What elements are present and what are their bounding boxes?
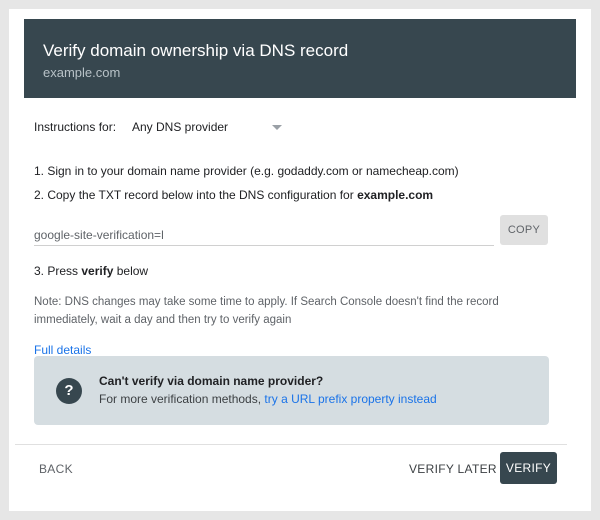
dns-provider-value: Any DNS provider [132, 120, 229, 134]
help-text-prefix: For more verification methods, [99, 392, 265, 406]
footer-divider [15, 444, 567, 445]
step-1: 1. Sign in to your domain name provider … [34, 164, 459, 178]
verify-button[interactable]: VERIFY [500, 452, 557, 484]
chevron-down-icon [272, 124, 282, 130]
step-3-bold: verify [81, 264, 114, 278]
txt-record-field[interactable]: google-site-verification=l [34, 225, 494, 246]
verify-later-button[interactable]: VERIFY LATER [409, 462, 497, 476]
dialog-subtitle: example.com [43, 65, 121, 80]
instructions-label: Instructions for: [34, 120, 117, 134]
instructions-row: Instructions for: Any DNS provider [34, 118, 550, 136]
step-3-suffix: below [113, 264, 149, 278]
dialog-header: Verify domain ownership via DNS record e… [24, 19, 576, 98]
step-2-text: 2. Copy the TXT record below into the DN… [34, 188, 358, 202]
step-3: 3. Press verify below [34, 264, 148, 278]
back-button[interactable]: BACK [39, 462, 73, 476]
full-details-link[interactable]: Full details [34, 343, 91, 357]
help-title: Can't verify via domain name provider? [99, 374, 324, 388]
dialog-content: Instructions for: Any DNS provider 1. Si… [34, 118, 550, 357]
step-2-domain: example.com [357, 188, 434, 202]
dialog-title: Verify domain ownership via DNS record [43, 41, 349, 60]
dns-note: Note: DNS changes may take some time to … [34, 296, 499, 326]
copy-button[interactable]: COPY [500, 215, 548, 245]
help-icon: ? [56, 378, 82, 404]
help-text: For more verification methods, try a URL… [99, 392, 437, 406]
url-prefix-link[interactable]: try a URL prefix property instead [264, 392, 436, 406]
verify-dialog: Verify domain ownership via DNS record e… [9, 9, 591, 511]
step-2: 2. Copy the TXT record below into the DN… [34, 188, 433, 202]
dns-provider-select[interactable]: Any DNS provider [132, 120, 282, 134]
help-box: ? Can't verify via domain name provider?… [34, 356, 549, 425]
step-3-prefix: 3. Press [34, 264, 82, 278]
